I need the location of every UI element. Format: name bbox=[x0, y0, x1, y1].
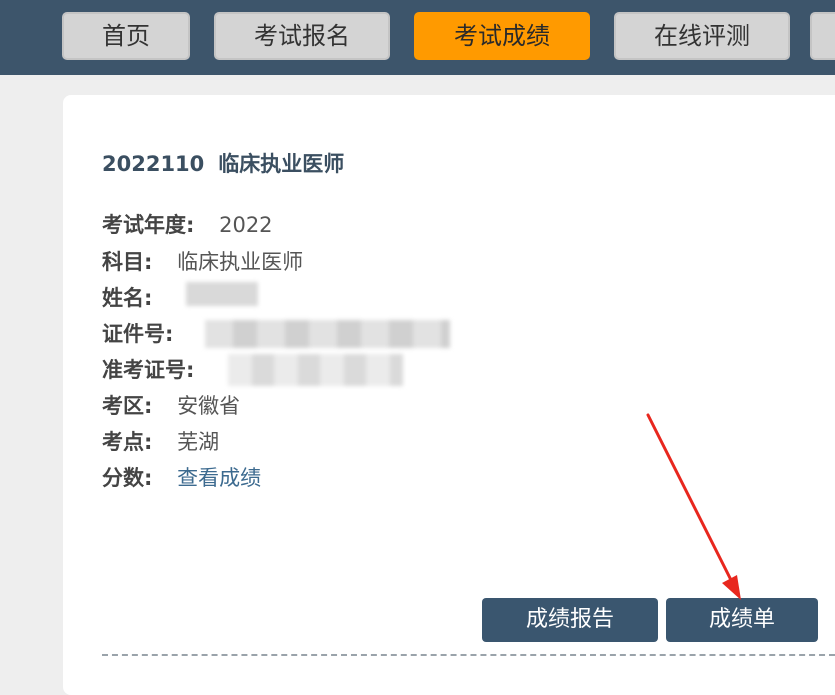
admission-number-redacted-blur bbox=[228, 354, 403, 386]
field-admission-number-label: 准考证号: bbox=[102, 358, 195, 382]
nav-exam-results-tab[interactable]: 考试成绩 bbox=[414, 12, 590, 60]
field-exam-area: 考区: 安徽省 bbox=[102, 390, 240, 420]
field-score: 分数: 查看成绩 bbox=[102, 462, 261, 492]
field-id-number: 证件号: bbox=[102, 318, 173, 348]
field-exam-site: 考点: 芜湖 bbox=[102, 426, 219, 456]
nav-more-tab[interactable] bbox=[810, 12, 835, 60]
field-subject-value: 临床执业医师 bbox=[177, 250, 304, 274]
field-score-label: 分数: bbox=[102, 466, 153, 490]
nav-home-tab[interactable]: 首页 bbox=[62, 12, 190, 60]
field-year-label: 考试年度: bbox=[102, 213, 195, 237]
field-year: 考试年度: 2022 bbox=[102, 209, 273, 239]
view-score-link[interactable]: 查看成绩 bbox=[177, 466, 261, 490]
field-name: 姓名: bbox=[102, 282, 152, 312]
field-year-value: 2022 bbox=[219, 213, 273, 237]
field-admission-number: 准考证号: bbox=[102, 354, 194, 384]
nav-online-assessment-tab[interactable]: 在线评测 bbox=[614, 12, 790, 60]
section-divider bbox=[102, 654, 835, 656]
field-exam-area-label: 考区: bbox=[102, 394, 153, 418]
field-subject-label: 科目: bbox=[102, 250, 153, 274]
nav-exam-registration-tab[interactable]: 考试报名 bbox=[214, 12, 390, 60]
name-redacted-blur bbox=[186, 282, 258, 306]
id-number-redacted-blur bbox=[205, 320, 450, 348]
field-id-number-label: 证件号: bbox=[102, 322, 174, 346]
field-exam-site-value: 芜湖 bbox=[177, 430, 220, 454]
exam-name: 临床执业医师 bbox=[218, 152, 345, 176]
field-subject: 科目: 临床执业医师 bbox=[102, 246, 303, 276]
exam-code: 2022110 bbox=[102, 152, 205, 176]
field-name-label: 姓名: bbox=[102, 286, 153, 310]
field-exam-area-value: 安徽省 bbox=[177, 394, 241, 418]
top-nav-bar: 首页 考试报名 考试成绩 在线评测 bbox=[0, 0, 835, 75]
exam-title: 2022110 临床执业医师 bbox=[102, 148, 344, 178]
score-sheet-button[interactable]: 成绩单 bbox=[666, 598, 818, 642]
field-exam-site-label: 考点: bbox=[102, 430, 153, 454]
score-report-button[interactable]: 成绩报告 bbox=[482, 598, 658, 642]
